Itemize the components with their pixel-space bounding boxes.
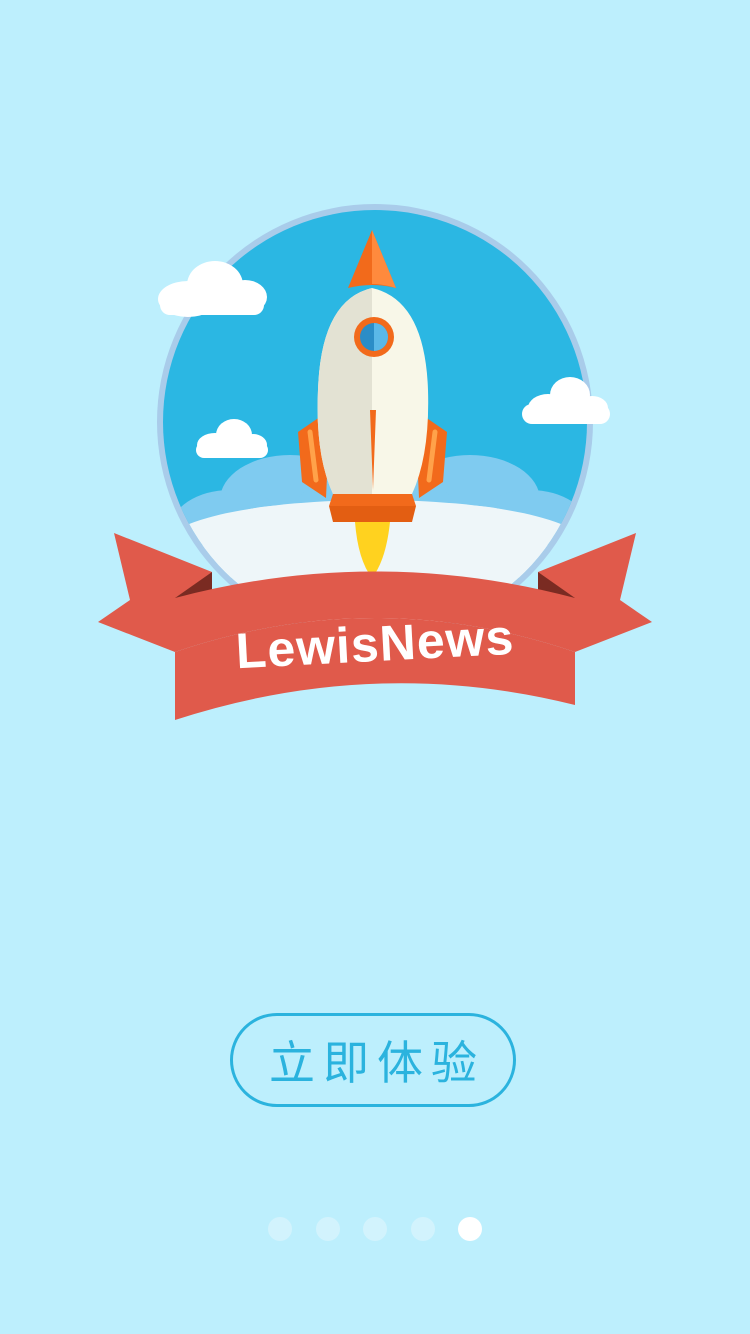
- page-dot-1[interactable]: [268, 1217, 292, 1241]
- page-indicator: [268, 1216, 482, 1242]
- page-dot-5-active[interactable]: [458, 1217, 482, 1241]
- app-logo-illustration: LewisNews: [90, 200, 660, 740]
- try-now-button[interactable]: 立即体验: [230, 1013, 516, 1107]
- page-dot-4[interactable]: [410, 1217, 435, 1241]
- onboarding-screen: LewisNews 立即体验: [0, 0, 750, 1334]
- page-dot-3[interactable]: [363, 1217, 387, 1241]
- page-dot-2[interactable]: [315, 1217, 340, 1241]
